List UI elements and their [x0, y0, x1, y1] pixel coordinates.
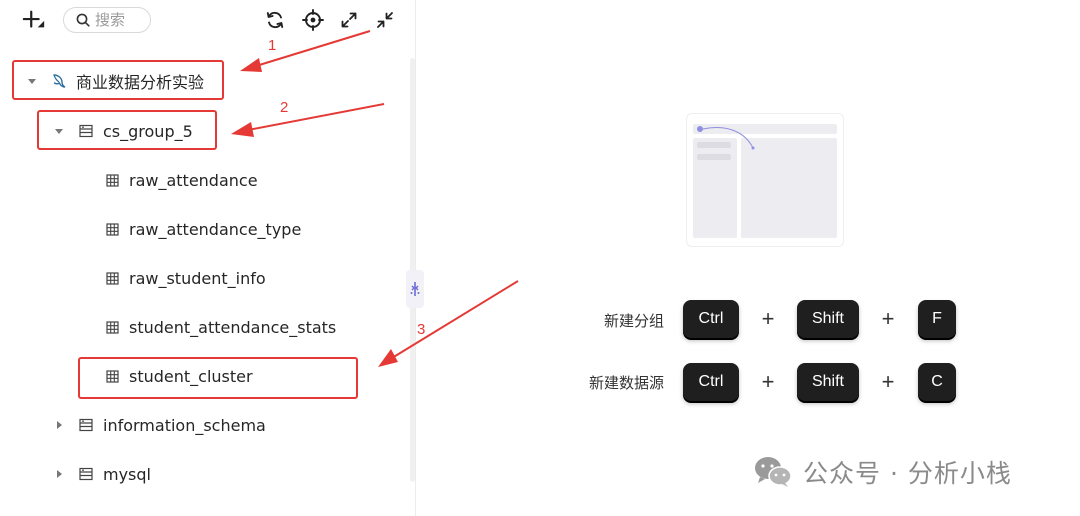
tree-node-database[interactable]: information_schema: [53, 410, 266, 440]
database-label: information_schema: [103, 415, 266, 435]
caret-right-icon[interactable]: [53, 468, 65, 480]
shortcut-label-new-group: 新建分组: [603, 312, 664, 330]
refresh-icon[interactable]: [263, 8, 287, 32]
tree-node-database[interactable]: mysql: [53, 459, 151, 489]
plus-sign: +: [881, 369, 895, 394]
key-shift: Shift: [797, 363, 859, 401]
empty-state-illustration: [686, 113, 844, 247]
annotation-box-3: [78, 357, 358, 399]
plus-sign: +: [881, 306, 895, 331]
tree-toolbar: [0, 0, 416, 40]
tree-node-table[interactable]: student_attendance_stats: [104, 312, 336, 342]
locate-icon[interactable]: [301, 8, 325, 32]
search-box[interactable]: [63, 7, 151, 33]
annotation-number-3: 3: [417, 321, 426, 338]
annotation-box-2: [37, 110, 217, 150]
watermark: 公众号 · 分析小栈: [753, 452, 1012, 492]
collapse-icon[interactable]: [373, 8, 397, 32]
table-label: student_attendance_stats: [129, 317, 337, 337]
plus-sign: +: [761, 369, 775, 394]
table-label: raw_student_info: [129, 268, 266, 288]
database-icon: [78, 417, 94, 433]
shortcut-label-new-datasource: 新建数据源: [588, 374, 664, 392]
plus-icon[interactable]: [22, 8, 46, 32]
wechat-icon: [755, 457, 792, 487]
table-icon: [104, 319, 120, 335]
table-label: raw_attendance_type: [129, 219, 302, 239]
panel-resize-handle[interactable]: [406, 270, 424, 308]
annotation-number-1: 1: [268, 37, 277, 54]
expand-icon[interactable]: [337, 8, 361, 32]
caret-right-icon[interactable]: [53, 419, 65, 431]
tree-node-table[interactable]: raw_attendance_type: [104, 214, 301, 244]
key-shift: Shift: [797, 300, 859, 338]
drag-handle-icon: [410, 282, 420, 296]
table-icon: [104, 270, 120, 286]
watermark-text: 公众号 · 分析小栈: [803, 459, 1012, 488]
key-f: F: [918, 300, 956, 338]
table-icon: [104, 221, 120, 237]
tree-node-table[interactable]: raw_student_info: [104, 263, 266, 293]
tree-node-table[interactable]: raw_attendance: [104, 165, 258, 195]
table-icon: [104, 172, 120, 188]
plus-sign: +: [761, 306, 775, 331]
database-label: mysql: [103, 464, 151, 484]
search-icon: [76, 13, 90, 27]
table-label: raw_attendance: [129, 170, 258, 190]
annotation-number-2: 2: [280, 99, 289, 116]
search-input[interactable]: [95, 11, 147, 29]
database-icon: [78, 466, 94, 482]
key-ctrl: Ctrl: [683, 300, 739, 338]
key-c: C: [918, 363, 956, 401]
key-ctrl: Ctrl: [683, 363, 739, 401]
annotation-box-1: [12, 60, 224, 100]
